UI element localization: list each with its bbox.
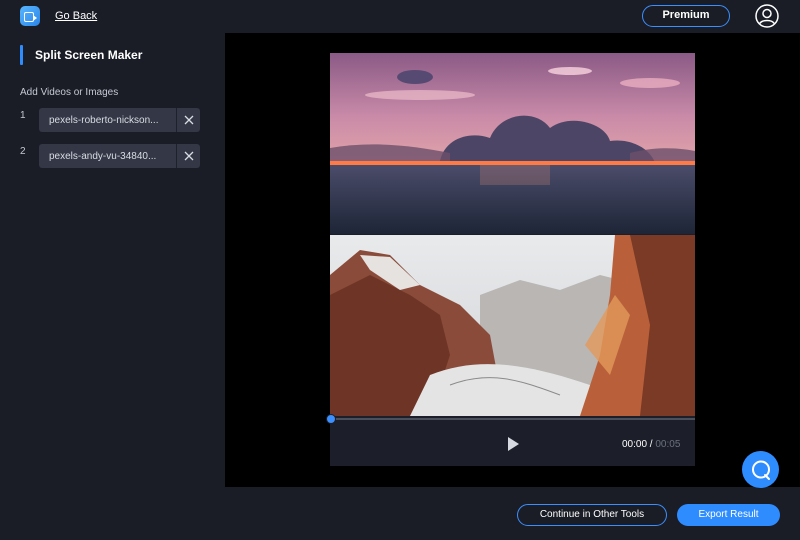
snowy-canyon-image [330,235,695,416]
sunset-over-sea-image [330,53,695,234]
go-back-link[interactable]: Go Back [55,10,97,22]
split-pane-top [330,53,695,234]
chat-support-button[interactable] [742,451,779,488]
media-item-chip[interactable]: pexels-roberto-nickson... [39,108,200,132]
time-display: 00:00 / 00:05 [622,439,680,450]
media-item-index: 2 [20,146,26,157]
media-file-name: pexels-andy-vu-34840... [49,151,157,162]
play-icon [508,437,519,451]
sidebar-title: Split Screen Maker [35,48,143,62]
premium-button[interactable]: Premium [642,5,730,27]
chat-bubble-icon [751,460,770,480]
app-logo-icon[interactable] [20,6,40,26]
sidebar-title-accent [20,45,23,65]
export-result-button[interactable]: Export Result [677,504,780,526]
current-time: 00:00 [622,439,648,450]
media-item-chip[interactable]: pexels-andy-vu-34840... [39,144,200,168]
close-icon [184,115,193,125]
play-button[interactable] [505,436,521,452]
user-account-icon[interactable] [755,4,779,28]
total-time: 00:05 [655,439,681,450]
seek-track[interactable] [330,418,695,420]
remove-media-button[interactable] [177,108,200,132]
remove-media-button[interactable] [177,144,200,168]
media-item-index: 1 [20,110,26,121]
close-icon [184,151,193,161]
video-preview[interactable]: 00:00 / 00:05 [326,53,695,466]
media-file-name: pexels-roberto-nickson... [49,115,159,126]
continue-in-other-tools-button[interactable]: Continue in Other Tools [517,504,667,526]
split-pane-bottom [330,235,695,416]
seek-handle[interactable] [326,414,336,424]
add-media-label: Add Videos or Images [20,87,119,98]
